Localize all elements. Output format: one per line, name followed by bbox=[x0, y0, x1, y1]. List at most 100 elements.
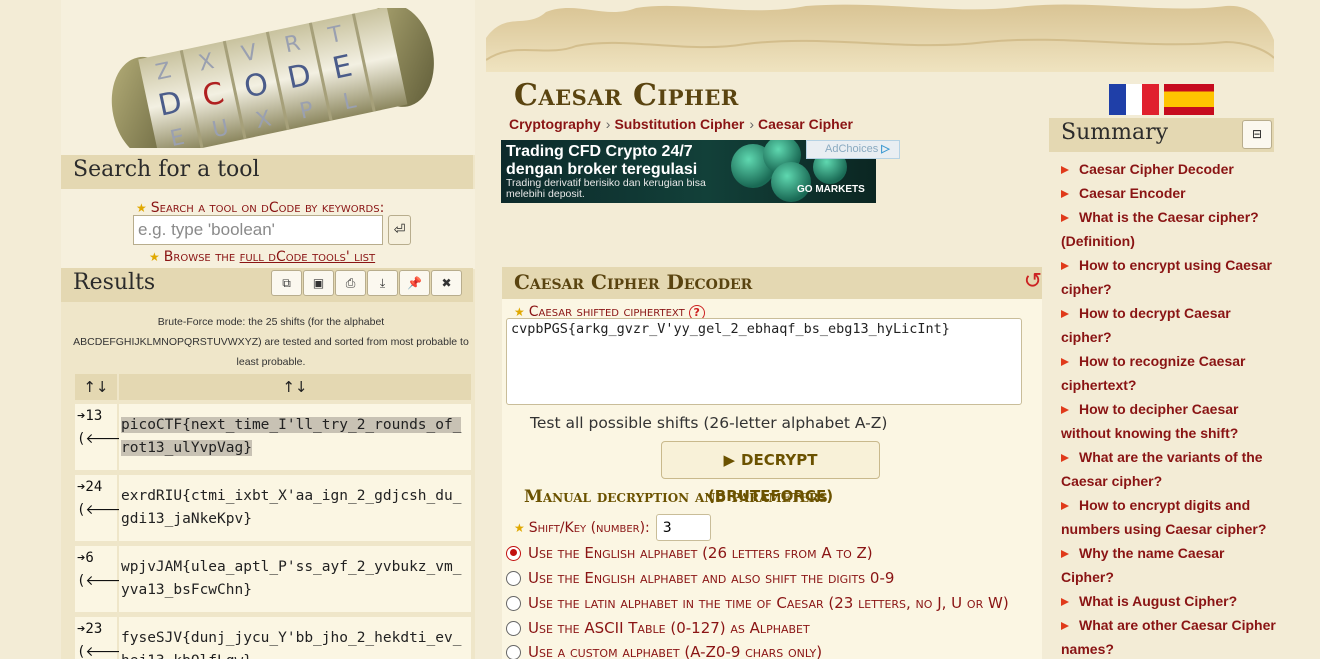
sort-shift-header[interactable]: ↑↓ bbox=[75, 374, 117, 400]
star-icon: ★ bbox=[149, 250, 160, 264]
bruteforce-note: Brute-Force mode: the 25 shifts (for the… bbox=[73, 316, 469, 368]
summary-header: Summary ⊟ bbox=[1049, 118, 1274, 152]
plaintext-value: picoCTF{next_time_I'll_try_2_rounds_of_r… bbox=[121, 417, 462, 456]
alphabet-option-english-digits[interactable]: Use the English alphabet and also shift … bbox=[506, 569, 894, 587]
decrypt-bruteforce-button[interactable]: ▶ DECRYPT (BRUTEFORCE) bbox=[661, 441, 880, 505]
plaintext-cell[interactable]: exrdRIU{ctmi_ixbt_X'aa_ign_2_gdjcsh_du_g… bbox=[119, 475, 471, 541]
collapse-summary-button[interactable]: ⊟ bbox=[1242, 120, 1272, 149]
summary-list: Caesar Cipher Decoder Caesar Encoder Wha… bbox=[1061, 157, 1276, 659]
summary-link[interactable]: Why the name Caesar Cipher? bbox=[1061, 541, 1276, 589]
summary-link[interactable]: How to encrypt digits and numbers using … bbox=[1061, 493, 1276, 541]
search-submit-button[interactable]: ⏎ bbox=[388, 215, 411, 245]
breadcrumb-substitution[interactable]: Substitution Cipher bbox=[614, 116, 744, 132]
alphabet-option-custom[interactable]: Use a custom alphabet (A-Z0-9 chars only… bbox=[506, 643, 822, 659]
summary-link[interactable]: What is August Cipher? bbox=[1061, 589, 1276, 613]
decoder-panel-header: Caesar Cipher Decoder ↺ bbox=[502, 267, 1042, 299]
test-all-shifts-text: Test all possible shifts (26-letter alph… bbox=[530, 414, 888, 432]
plaintext-cell[interactable]: wpjvJAM{ulea_aptl_P'ss_ayf_2_yvbukz_vm_y… bbox=[119, 546, 471, 612]
results-panel: Brute-Force mode: the 25 shifts (for the… bbox=[69, 308, 473, 659]
breadcrumb-cryptography[interactable]: Cryptography bbox=[509, 116, 601, 132]
arrow-icon bbox=[1061, 622, 1069, 630]
cryptex-logo-icon: DC ODE ZXVRT EUXPL bbox=[111, 8, 434, 148]
arrow-icon bbox=[1061, 190, 1069, 198]
radio[interactable] bbox=[506, 620, 521, 636]
table-row: ➔6 (🡐20) wpjvJAM{ulea_aptl_P'ss_ayf_2_yv… bbox=[75, 546, 471, 612]
summary-link[interactable]: How to encrypt using Caesar cipher? bbox=[1061, 253, 1276, 301]
arrow-icon bbox=[1061, 454, 1069, 462]
arrow-icon bbox=[1061, 598, 1069, 606]
arrow-icon bbox=[1061, 166, 1069, 174]
decoder-panel: ★ Caesar shifted ciphertext? cvpbPGS{arkg… bbox=[502, 299, 1042, 659]
shift-cell: ➔13 (🡐13) bbox=[75, 404, 148, 470]
copy-button[interactable]: ⧉ bbox=[271, 270, 302, 296]
adchoices-badge[interactable]: AdChoices ▷ bbox=[806, 140, 900, 159]
summary-link[interactable]: What are the variants of the Caesar ciph… bbox=[1061, 445, 1276, 493]
shift-cell: ➔23 (🡐3) bbox=[75, 617, 140, 659]
pin-icon: 📌 bbox=[407, 276, 422, 290]
table-row: ➔13 (🡐13) picoCTF{next_time_I'll_try_2_r… bbox=[75, 404, 471, 470]
arrow-icon bbox=[1061, 406, 1069, 414]
summary-link[interactable]: What are other Caesar Cipher names? bbox=[1061, 613, 1276, 659]
pin-button[interactable]: 📌 bbox=[399, 270, 430, 296]
table-header: ↑↓ ↑↓ bbox=[75, 374, 471, 400]
arrow-icon bbox=[1061, 310, 1069, 318]
coin-graphic bbox=[771, 162, 811, 202]
shift-key-input[interactable] bbox=[655, 514, 711, 541]
decoder-title: Caesar Cipher Decoder bbox=[514, 270, 753, 294]
sort-text-header[interactable]: ↑↓ bbox=[118, 374, 471, 400]
french-flag-icon[interactable] bbox=[1109, 84, 1160, 115]
star-icon: ★ bbox=[514, 520, 525, 535]
enter-icon: ⏎ bbox=[393, 222, 406, 238]
radio-selected[interactable] bbox=[506, 545, 521, 561]
adchoices-icon: ▷ bbox=[881, 143, 890, 155]
search-panel: ★Search a tool on dCode by keywords: ⏎ ★… bbox=[61, 189, 475, 269]
shift-cell: ➔24 (🡐2) bbox=[75, 475, 140, 541]
copy-alt-icon: ▣ bbox=[312, 276, 325, 290]
star-icon: ★ bbox=[514, 305, 525, 319]
ad-headline: Trading CFD Crypto 24/7 bbox=[506, 143, 693, 160]
summary-link[interactable]: Caesar Cipher Decoder bbox=[1061, 157, 1276, 181]
summary-link[interactable]: How to decipher Caesar without knowing t… bbox=[1061, 397, 1276, 445]
alphabet-option-english[interactable]: Use the English alphabet (26 letters fro… bbox=[506, 544, 873, 562]
summary-link[interactable]: How to recognize Caesar ciphertext? bbox=[1061, 349, 1276, 397]
ciphertext-input[interactable]: cvpbPGS{arkg_gvzr_V'yy_gel_2_ebhaqf_bs_e… bbox=[506, 318, 1022, 405]
arrow-icon bbox=[1061, 358, 1069, 366]
summary-link[interactable]: What is the Caesar cipher? (Definition) bbox=[1061, 205, 1276, 253]
reload-icon[interactable]: ↺ bbox=[1024, 269, 1042, 294]
print-icon: ⎙ bbox=[345, 276, 356, 290]
left-sidebar: DC ODE ZXVRT EUXPL Search for a tool ★ Se… bbox=[61, 0, 475, 659]
ad-brand: GO MARKETS bbox=[797, 184, 865, 195]
arrow-icon bbox=[1061, 502, 1069, 510]
parchment-header-decoration bbox=[486, 0, 1274, 72]
alphabet-option-latin[interactable]: Use the latin alphabet in the time of Ca… bbox=[506, 594, 1009, 612]
browse-tools-link[interactable]: full dCode tools' list bbox=[240, 249, 376, 265]
search-label: ★ Search a tool on dCode by keywords: bbox=[136, 200, 385, 216]
download-button[interactable]: ⤓ bbox=[367, 270, 398, 296]
radio[interactable] bbox=[506, 570, 521, 586]
breadcrumb-separator: › bbox=[749, 116, 755, 132]
shift-cell: ➔6 (🡐20) bbox=[75, 546, 148, 612]
arrow-icon bbox=[1061, 262, 1069, 270]
print-button[interactable]: ⎙ bbox=[335, 270, 366, 296]
summary-link[interactable]: Caesar Encoder bbox=[1061, 181, 1276, 205]
summary-link[interactable]: How to decrypt Caesar cipher? bbox=[1061, 301, 1276, 349]
search-input[interactable] bbox=[133, 215, 383, 245]
close-results-button[interactable]: ✖ bbox=[431, 270, 462, 296]
plaintext-cell[interactable]: picoCTF{next_time_I'll_try_2_rounds_of_r… bbox=[119, 404, 471, 470]
copy-alt-button[interactable]: ▣ bbox=[303, 270, 334, 296]
play-icon: ▶ bbox=[723, 451, 735, 469]
breadcrumb-caesar[interactable]: Caesar Cipher bbox=[758, 116, 853, 132]
copy-icon: ⧉ bbox=[282, 276, 291, 290]
arrow-icon bbox=[1061, 550, 1069, 558]
table-row: ➔24 (🡐2) exrdRIU{ctmi_ixbt_X'aa_ign_2_gd… bbox=[75, 475, 471, 541]
manual-decryption-title: Manual decryption and parameters bbox=[524, 487, 828, 507]
radio[interactable] bbox=[506, 644, 521, 659]
collapse-icon: ⊟ bbox=[1251, 127, 1263, 141]
summary-title: Summary bbox=[1061, 120, 1169, 145]
radio[interactable] bbox=[506, 595, 521, 611]
close-icon: ✖ bbox=[441, 276, 452, 290]
spanish-flag-icon[interactable] bbox=[1164, 84, 1214, 115]
plaintext-cell[interactable]: fyseSJV{dunj_jycu_Y'bb_jho_2_hekdti_ev_h… bbox=[119, 617, 471, 659]
alphabet-option-ascii[interactable]: Use the ASCII Table (0-127) as Alphabet bbox=[506, 619, 810, 637]
dcode-logo[interactable]: DC ODE ZXVRT EUXPL bbox=[61, 0, 475, 155]
